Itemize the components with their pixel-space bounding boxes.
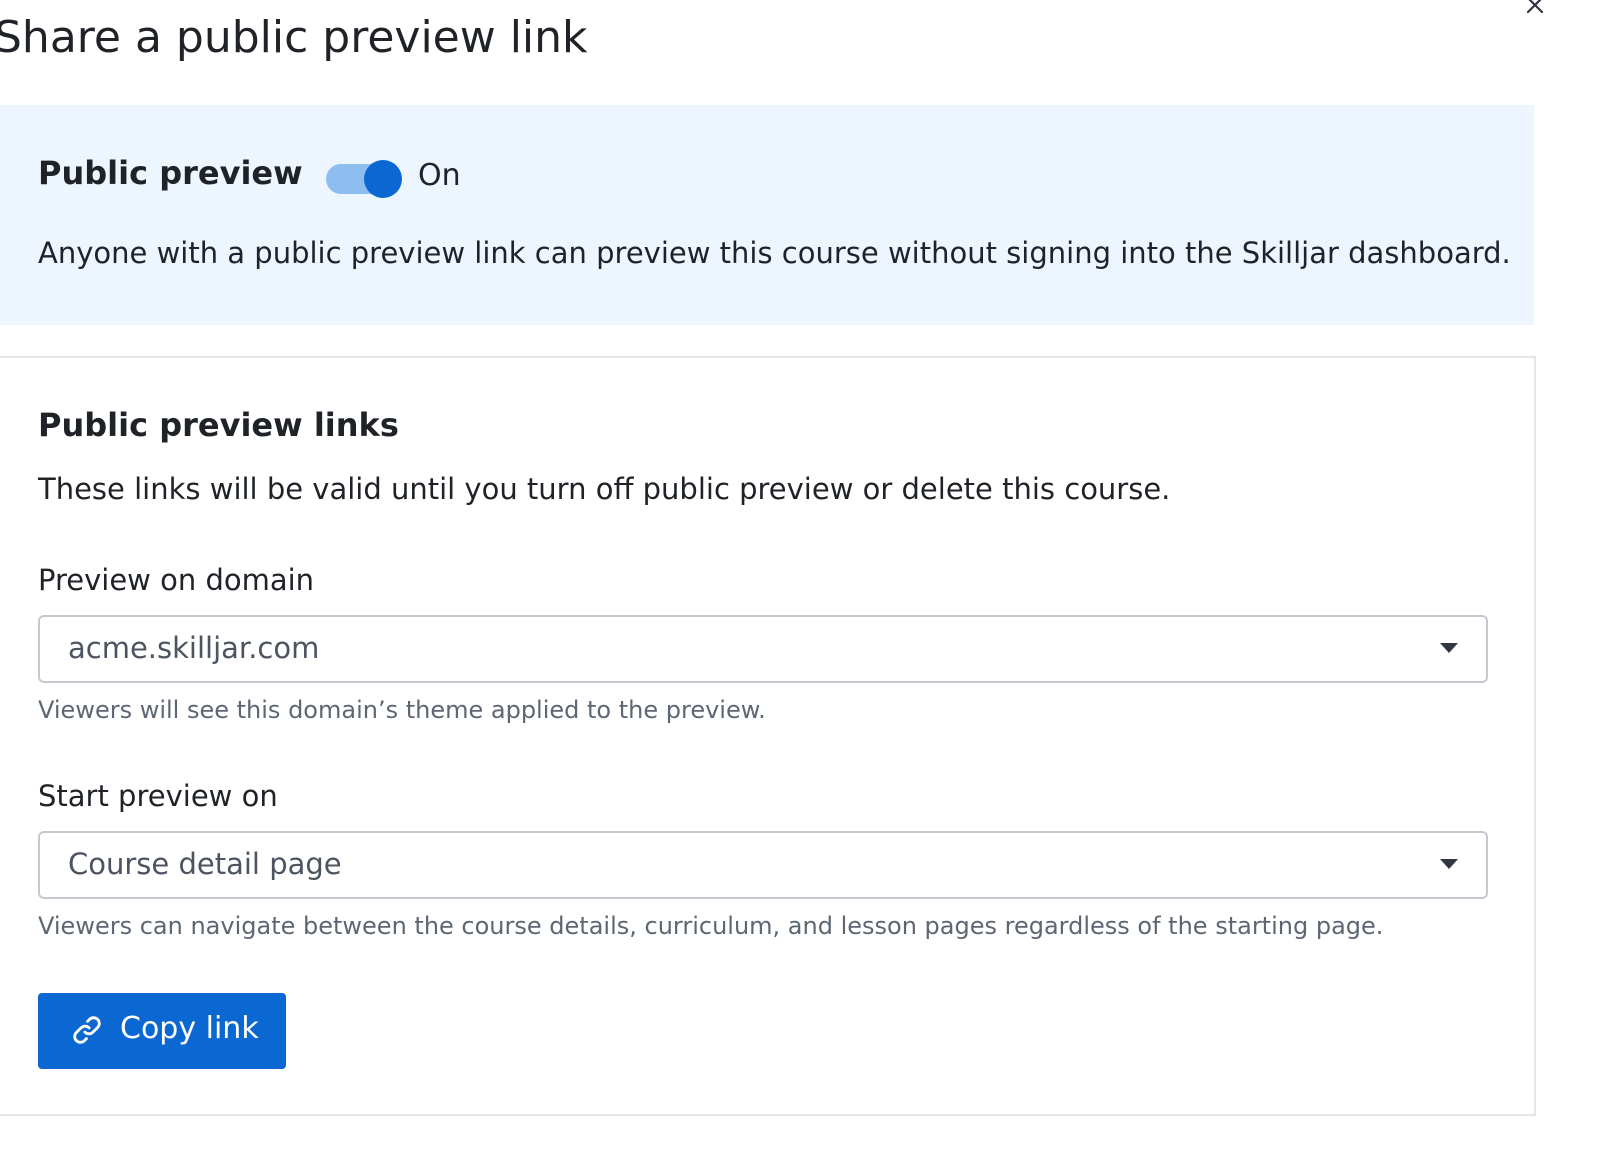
public-preview-heading: Public preview: [38, 154, 303, 192]
link-icon: [73, 1016, 101, 1044]
start-page-select[interactable]: Course detail page: [38, 831, 1488, 899]
chevron-down-icon: [1440, 643, 1458, 653]
chevron-down-icon: [1440, 859, 1458, 869]
toggle-knob: [364, 160, 402, 198]
domain-helper-text: Viewers will see this domain’s theme app…: [38, 696, 766, 724]
start-page-helper-text: Viewers can navigate between the course …: [38, 912, 1384, 940]
preview-links-heading: Public preview links: [38, 406, 399, 444]
public-preview-panel: [0, 105, 1534, 325]
preview-links-description: These links will be valid until you turn…: [38, 472, 1171, 506]
close-button[interactable]: [1518, 0, 1552, 22]
share-preview-dialog: Share a public preview link Public previ…: [0, 0, 1600, 1163]
start-page-field-label: Start preview on: [38, 779, 278, 813]
start-page-select-value: Course detail page: [68, 847, 342, 881]
copy-link-label: Copy link: [120, 1011, 259, 1046]
domain-select[interactable]: acme.skilljar.com: [38, 615, 1488, 683]
public-preview-description: Anyone with a public preview link can pr…: [38, 236, 1511, 270]
domain-field-label: Preview on domain: [38, 563, 315, 597]
toggle-state-label: On: [418, 158, 461, 193]
dialog-title: Share a public preview link: [0, 12, 588, 63]
copy-link-button[interactable]: Copy link: [38, 993, 286, 1069]
domain-select-value: acme.skilljar.com: [68, 631, 320, 665]
close-icon: [1526, 0, 1544, 14]
public-preview-toggle[interactable]: [326, 160, 402, 198]
